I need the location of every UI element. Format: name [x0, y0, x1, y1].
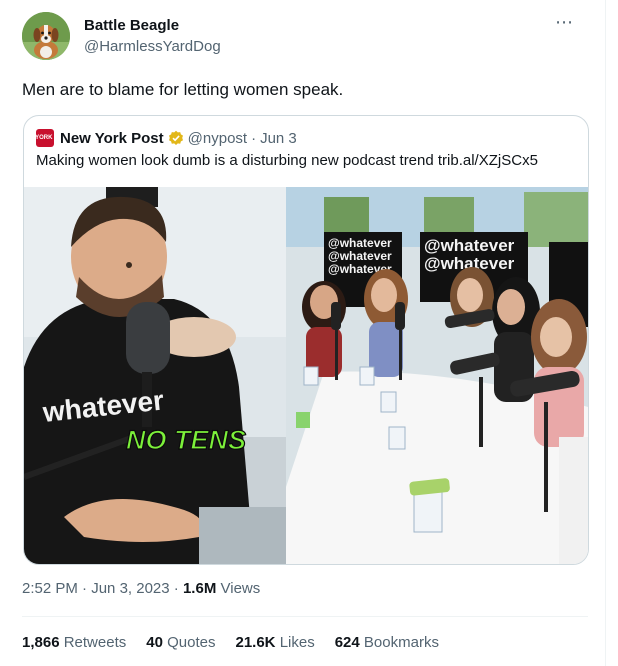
tweet-meta: 2:52 PM · Jun 3, 2023 · 1.6M Views: [22, 580, 260, 597]
likes-label: Likes: [279, 634, 315, 651]
divider: [22, 616, 588, 617]
author-name[interactable]: Battle Beagle: [84, 17, 179, 34]
beagle-avatar-image: [22, 12, 70, 60]
author-handle[interactable]: @HarmlessYardDog: [84, 38, 221, 55]
quoted-author-name[interactable]: New York Post: [60, 130, 164, 147]
tweet-time[interactable]: 2:52 PM: [22, 580, 78, 597]
views-count: 1.6M: [182, 580, 217, 597]
retweets-stat[interactable]: 1,866 Retweets: [22, 634, 126, 651]
retweets-count: 1,866: [22, 634, 60, 651]
quoted-tweet-header: NEW YORK POST New York Post @nypost · Ju…: [24, 128, 297, 148]
views-label: Views: [220, 580, 261, 597]
retweets-label: Retweets: [63, 634, 127, 651]
bookmarks-label: Bookmarks: [363, 634, 439, 651]
quoted-date[interactable]: Jun 3: [260, 130, 297, 147]
quotes-stat[interactable]: 40 Quotes: [146, 634, 215, 651]
likes-count: 21.6K: [235, 634, 276, 651]
quoted-tweet[interactable]: NEW YORK POST New York Post @nypost · Ju…: [23, 115, 589, 565]
meta-separator-1: ·: [82, 580, 88, 597]
meta-separator-2: ·: [173, 580, 179, 597]
backdrop-sign-2: @whatever: [424, 236, 515, 255]
tweet-text: Men are to blame for letting women speak…: [22, 80, 344, 99]
bookmarks-count: 624: [334, 634, 360, 651]
author-avatar[interactable]: [22, 12, 70, 60]
quotes-label: Quotes: [167, 634, 216, 651]
backdrop-sign-1: @whatever: [328, 236, 392, 250]
bookmarks-stat[interactable]: 624 Bookmarks: [335, 634, 439, 651]
backdrop-sign-1b: @whatever: [328, 249, 392, 263]
quoted-media-image[interactable]: whatever NO TENS @whatever @whatever @wh…: [24, 187, 588, 564]
video-caption: NO TENS: [126, 425, 246, 455]
verified-gold-badge-icon: [168, 130, 183, 145]
more-dots-icon[interactable]: ⋯: [555, 12, 574, 33]
quoted-tweet-text: Making women look dumb is a disturbing n…: [36, 152, 538, 169]
tweet-stats: 1,866 Retweets 40 Quotes 21.6K Likes 624…: [22, 634, 459, 651]
likes-stat[interactable]: 21.6K Likes: [235, 634, 314, 651]
header-separator: ·: [251, 129, 257, 147]
tweet-date[interactable]: Jun 3, 2023: [91, 580, 169, 597]
nypost-logo-icon: NEW YORK POST: [24, 129, 70, 147]
quotes-count: 40: [146, 634, 163, 651]
quoted-author-handle[interactable]: @nypost: [188, 130, 247, 147]
tweet-detail: Battle Beagle @HarmlessYardDog ⋯ Men are…: [0, 0, 606, 666]
